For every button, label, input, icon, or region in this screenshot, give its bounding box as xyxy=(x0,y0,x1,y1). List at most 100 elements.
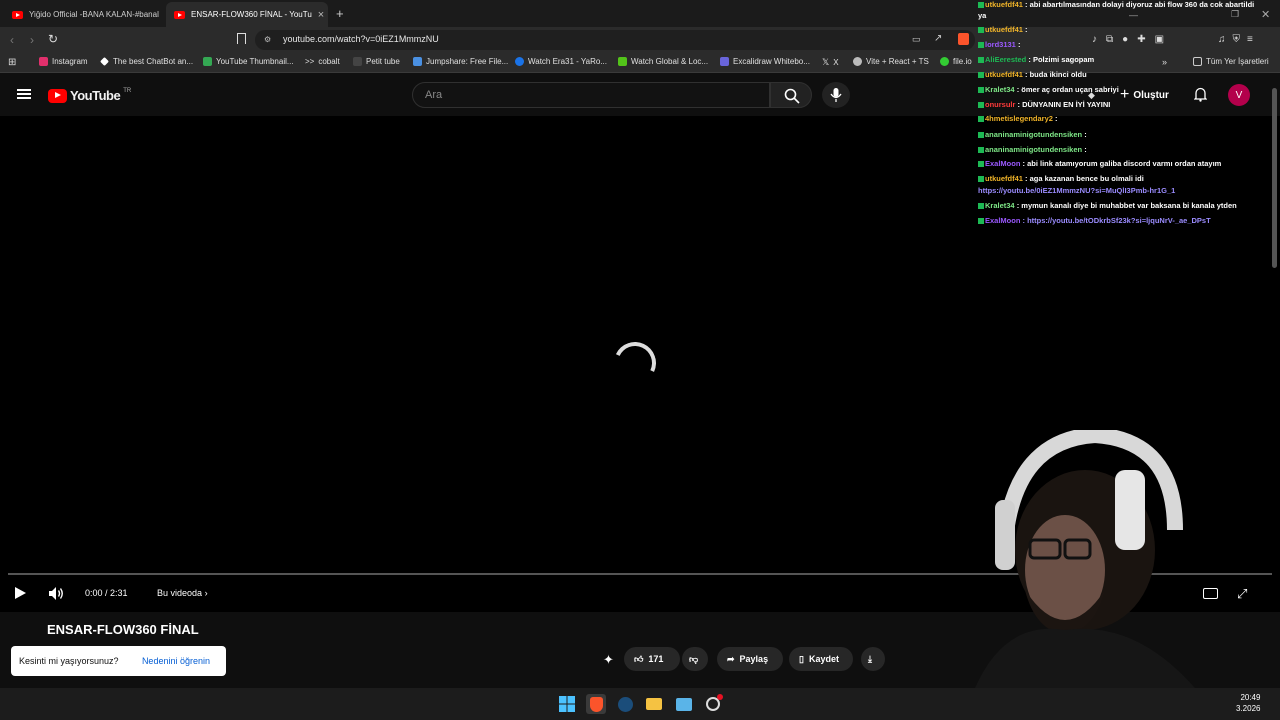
chat-username: utkuefdf41 xyxy=(985,0,1026,9)
petit-tube-icon xyxy=(353,57,362,66)
chat-message: https://youtu.be/0iEZ1MmmzNU?si=MuQlI3Pm… xyxy=(978,186,1175,195)
plus-icon[interactable]: + xyxy=(336,6,344,21)
brave-browser-icon[interactable] xyxy=(586,694,606,714)
bookmark-item[interactable]: Instagram xyxy=(39,57,88,66)
bookmark-icon[interactable] xyxy=(237,33,246,44)
play-icon[interactable] xyxy=(15,587,26,599)
chat-username: onursulr xyxy=(985,100,1018,109)
fullscreen-icon[interactable]: ⤢ xyxy=(1237,586,1247,602)
bookmark-item[interactable]: >> cobalt xyxy=(305,57,340,66)
chat-badge-icon xyxy=(978,102,984,108)
toast-message: Kesinti mi yaşıyorsunuz? xyxy=(19,656,119,666)
search-button[interactable] xyxy=(770,82,812,108)
hamburger-menu-icon[interactable] xyxy=(17,89,31,99)
bookmark-item[interactable]: Jumpshare: Free File... xyxy=(413,57,508,66)
bookmark-item[interactable]: file.io xyxy=(940,57,972,66)
extension-toolbar: ♪ ⧉ ● ✚ ▣ xyxy=(1092,34,1164,45)
cobalt-icon: >> xyxy=(305,57,315,66)
chat-message: ya xyxy=(978,11,986,20)
extensions-icon[interactable]: ⧉ xyxy=(1106,34,1113,45)
browser-tab-active[interactable]: ENSAR-FLOW360 FİNAL - YouTu × xyxy=(166,2,328,27)
puzzle-icon[interactable]: ✚ xyxy=(1137,34,1145,45)
cast-icon[interactable]: ▭ xyxy=(912,34,921,45)
bookmark-item[interactable]: Excalidraw Whitebo... xyxy=(720,57,810,66)
share-button[interactable]: ➦ Paylaş xyxy=(717,647,783,671)
scrollbar[interactable] xyxy=(1272,88,1277,268)
clock-date: 3.2026 xyxy=(1236,704,1261,713)
reload-icon[interactable]: ↻ xyxy=(48,32,58,46)
forward-icon[interactable]: › xyxy=(30,33,34,47)
chat-username: ananinaminigotundensiken xyxy=(985,130,1085,139)
apps-grid-icon[interactable]: ⊞ xyxy=(8,57,16,68)
share-arrow-icon: ➦ xyxy=(727,653,735,664)
window-restore-icon[interactable]: ❐ xyxy=(1231,9,1239,20)
time-display: 0:00 / 2:31 xyxy=(85,588,128,598)
browser-tab[interactable]: Yiğido Official -BANA KALAN-#banal xyxy=(4,2,164,27)
audio-icon[interactable]: ♪ xyxy=(1092,34,1097,45)
wallet-icon[interactable]: ▣ xyxy=(1155,34,1164,45)
chat-username: ExalMoon xyxy=(985,159,1023,168)
bookmark-item[interactable]: Petit tube xyxy=(353,57,400,66)
volume-icon[interactable] xyxy=(48,586,65,606)
chevron-right-icon: › xyxy=(204,588,208,598)
bookmark-item[interactable]: Vite + React + TS xyxy=(853,57,929,66)
window-minimize-icon[interactable]: — xyxy=(1129,10,1138,20)
voice-search-button[interactable] xyxy=(822,82,850,108)
chapters-button[interactable]: Bu videoda › xyxy=(157,588,208,598)
microphone-icon xyxy=(830,88,842,102)
chat-message: Kralet34 : ömer aç ordan uçan sabriyi xyxy=(978,85,1119,94)
chat-username: ananinaminigotundensiken xyxy=(985,145,1085,154)
download-icon: ⤓ xyxy=(868,653,872,664)
chat-username: lord3131 xyxy=(985,40,1018,49)
bookmark-save-icon: ▯ xyxy=(799,653,804,664)
brave-extension-icon[interactable]: ◆ xyxy=(1088,90,1095,101)
bookmark-item[interactable]: YouTube Thumbnail... xyxy=(203,57,294,66)
windows-start-icon[interactable] xyxy=(557,694,577,714)
jumpshare-icon xyxy=(413,57,422,66)
profile-icon[interactable]: ● xyxy=(1122,34,1128,45)
bookmark-item[interactable]: Watch Global & Loc... xyxy=(618,57,708,66)
search-input[interactable]: Ara xyxy=(412,82,770,108)
close-tab-icon[interactable]: × xyxy=(318,9,324,21)
sparkle-icon[interactable]: ✦ xyxy=(603,652,614,668)
bookmark-item[interactable]: The best ChatBot an... xyxy=(100,57,193,66)
youtube-favicon-icon xyxy=(174,10,185,19)
system-clock[interactable]: 20:49 3.2026 xyxy=(1236,692,1260,714)
chat-text: : mymun kanalı diye bi muhabbet var baks… xyxy=(1016,201,1237,210)
save-button[interactable]: ▯ Kaydet xyxy=(789,647,853,671)
chat-message: Kralet34 : mymun kanalı diye bi muhabbet… xyxy=(978,201,1237,210)
chat-username: utkuefdf41 xyxy=(985,25,1026,34)
file-explorer-icon[interactable] xyxy=(644,694,664,714)
chat-message: ExalMoon : abi link atamıyorum galiba di… xyxy=(978,159,1221,168)
learn-why-link[interactable]: Nedenini öğrenin xyxy=(142,656,210,666)
back-icon[interactable]: ‹ xyxy=(10,33,14,47)
chat-message: ExalMoon : https://youtu.be/tODkrbSf23k?… xyxy=(978,216,1211,225)
brave-shield-icon[interactable] xyxy=(958,33,969,45)
chat-username: utkuefdf41 xyxy=(985,70,1026,79)
menu-icon[interactable]: ≡ xyxy=(1247,34,1253,45)
download-button[interactable]: ⤓ xyxy=(861,647,885,671)
window-close-icon[interactable]: ✕ xyxy=(1261,8,1270,21)
site-info-icon[interactable]: ⚙ xyxy=(264,35,271,44)
media-icon[interactable]: ♫ xyxy=(1218,34,1226,45)
chat-badge-icon xyxy=(978,203,984,209)
vpn-shield-icon[interactable]: ⛨ xyxy=(1233,34,1241,45)
url-text[interactable]: youtube.com/watch?v=0iEZ1MmmzNU xyxy=(283,34,439,44)
chat-message: ananinaminigotundensiken : xyxy=(978,130,1087,139)
photos-icon[interactable] xyxy=(674,694,694,714)
chat-app-icon[interactable] xyxy=(703,694,723,714)
like-button[interactable]: 👍︎ 171 xyxy=(624,647,680,671)
chat-badge-icon xyxy=(978,147,984,153)
outage-toast: Kesinti mi yaşıyorsunuz? Nedenini öğreni… xyxy=(11,646,226,676)
bookmark-item[interactable]: 𝕏X xyxy=(822,57,839,68)
chat-username: ExalMoon xyxy=(985,216,1023,225)
chat-text: : DÜNYANIN EN İYİ YAYINI xyxy=(1017,100,1111,109)
windows-taskbar xyxy=(0,688,1280,720)
chat-text: : abi link atamıyorum galiba discord var… xyxy=(1022,159,1222,168)
dislike-button[interactable]: 👎︎ xyxy=(682,647,708,671)
chat-message: utkuefdf41 : abi abartılmasından dolayi … xyxy=(978,0,1254,9)
steam-icon[interactable] xyxy=(615,694,635,714)
share-icon[interactable]: ↗ xyxy=(934,33,942,44)
youtube-logo[interactable]: YouTube TR xyxy=(48,88,131,103)
bookmark-item[interactable]: Watch Era31 - YaRo... xyxy=(515,57,607,66)
